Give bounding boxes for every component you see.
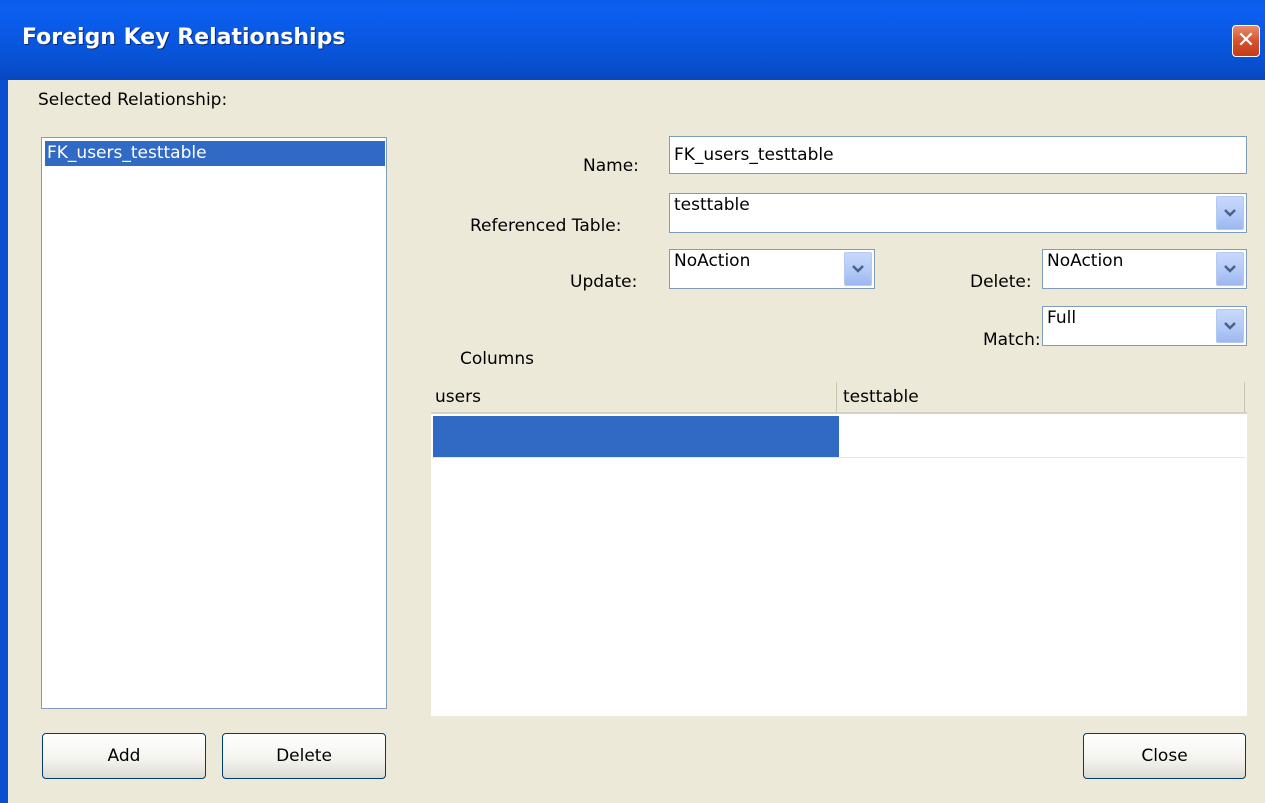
dialog-window: Foreign Key Relationships ✕ Selected Rel… bbox=[0, 0, 1265, 803]
update-label: Update: bbox=[570, 272, 638, 292]
window-title: Foreign Key Relationships bbox=[22, 25, 346, 50]
selected-relationship-label: Selected Relationship: bbox=[38, 90, 228, 110]
title-bar[interactable]: Foreign Key Relationships ✕ bbox=[0, 0, 1265, 80]
chevron-down-icon[interactable] bbox=[844, 252, 872, 286]
update-value: NoAction bbox=[674, 251, 751, 271]
chevron-down-icon[interactable] bbox=[1216, 309, 1244, 343]
delete-rule-label: Delete: bbox=[970, 272, 1032, 292]
match-label: Match: bbox=[983, 330, 1041, 350]
column-header-testtable[interactable]: testtable bbox=[839, 382, 1245, 412]
close-icon: ✕ bbox=[1236, 28, 1256, 53]
window-frame-left bbox=[0, 80, 8, 803]
delete-rule-value: NoAction bbox=[1047, 251, 1124, 271]
referenced-table-label: Referenced Table: bbox=[470, 216, 622, 236]
window-close-button[interactable]: ✕ bbox=[1232, 25, 1260, 57]
column-header-users[interactable]: users bbox=[431, 382, 837, 412]
columns-label: Columns bbox=[460, 349, 534, 369]
delete-button[interactable]: Delete bbox=[222, 733, 386, 779]
chevron-down-icon[interactable] bbox=[1216, 252, 1244, 286]
delete-rule-select[interactable]: NoAction bbox=[1042, 249, 1247, 289]
relationship-list-item[interactable]: FK_users_testtable bbox=[45, 141, 385, 166]
columns-grid[interactable]: users testtable bbox=[431, 382, 1247, 716]
referenced-table-select[interactable]: testtable bbox=[669, 193, 1247, 233]
table-cell-testtable[interactable] bbox=[839, 416, 1245, 457]
columns-grid-header: users testtable bbox=[431, 382, 1247, 414]
chevron-down-icon[interactable] bbox=[1216, 196, 1244, 230]
table-row[interactable] bbox=[433, 416, 1245, 458]
add-button[interactable]: Add bbox=[42, 733, 206, 779]
referenced-table-value: testtable bbox=[674, 195, 750, 215]
match-select[interactable]: Full bbox=[1042, 306, 1247, 346]
update-select[interactable]: NoAction bbox=[669, 249, 875, 289]
name-label: Name: bbox=[583, 156, 639, 176]
close-button[interactable]: Close bbox=[1083, 733, 1246, 779]
relationship-list[interactable]: FK_users_testtable bbox=[41, 137, 387, 709]
name-input[interactable]: FK_users_testtable bbox=[669, 136, 1247, 174]
table-cell-users[interactable] bbox=[433, 416, 839, 457]
match-value: Full bbox=[1047, 308, 1077, 328]
